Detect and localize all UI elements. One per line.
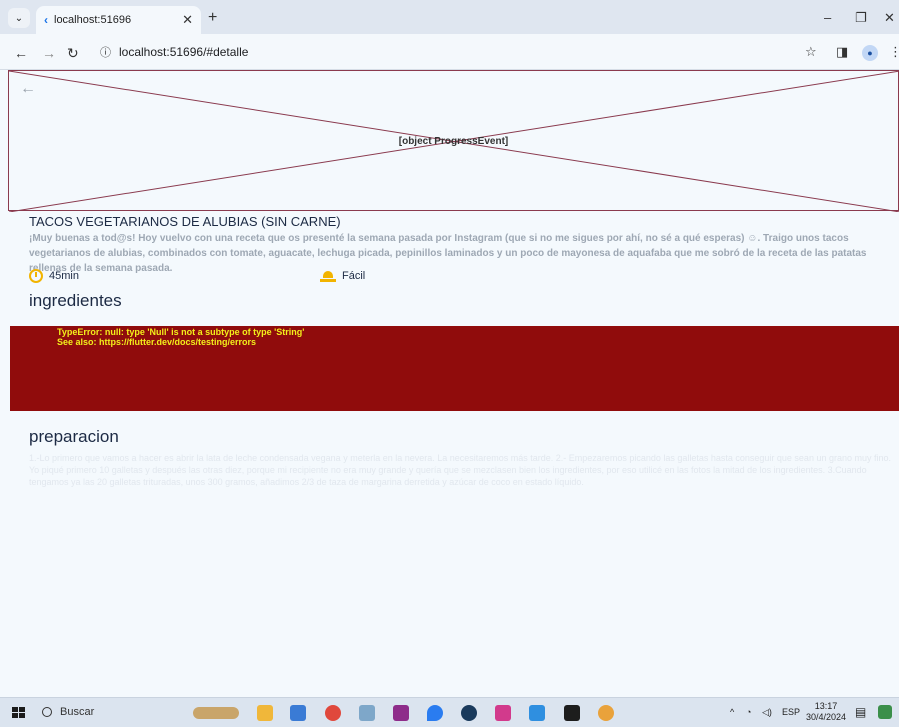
reload-icon[interactable]: ↻ <box>67 45 79 62</box>
taskbar-clock[interactable]: 13:17 30/4/2024 <box>806 701 846 723</box>
volume-icon[interactable]: ◁) <box>762 707 772 718</box>
close-icon[interactable]: ✕ <box>884 10 895 26</box>
alarm-clock-icon <box>29 269 43 283</box>
address-bar: ← → ↻ ⓘ localhost:51696/#detalle ☆ ◨ ● ⋮ <box>0 34 899 70</box>
info-icon[interactable]: ⓘ <box>100 44 111 60</box>
url-field[interactable]: ⓘ localhost:51696/#detalle <box>90 40 810 64</box>
file-explorer-icon[interactable] <box>257 705 273 721</box>
chef-hat-icon <box>320 269 336 282</box>
windows-taskbar: Buscar ^ ◔ ◁) ESP 13:17 30/4/2024 ▤ <box>0 697 899 727</box>
brave-icon[interactable] <box>325 705 341 721</box>
tab-close-icon[interactable]: ✕ <box>182 12 193 28</box>
url-text: localhost:51696/#detalle <box>119 45 249 59</box>
menu-icon[interactable]: ⋮ <box>889 44 899 60</box>
photos-icon[interactable] <box>359 705 375 721</box>
clock-time: 13:17 <box>814 701 838 711</box>
app2-icon[interactable] <box>495 705 511 721</box>
tab-favicon-icon: ‹ <box>44 13 48 27</box>
preparation-heading: preparacion <box>29 427 119 446</box>
back-icon[interactable]: ← <box>14 45 28 61</box>
app-content: [object ProgressEvent] ← TACOS VEGETARIA… <box>0 70 899 696</box>
widget-icon[interactable] <box>878 705 892 719</box>
recipe-image-placeholder: [object ProgressEvent] <box>8 70 899 212</box>
tray-chevron-icon[interactable]: ^ <box>730 707 734 717</box>
browser-tab[interactable]: ‹ localhost:51696 ✕ <box>36 6 201 34</box>
tab-title: localhost:51696 <box>54 14 132 26</box>
new-tab-button[interactable]: + <box>208 9 217 27</box>
cheetah-widget-icon[interactable] <box>193 707 239 719</box>
profile-icon[interactable]: ● <box>862 45 878 61</box>
error-message: TypeError: null: type 'Null' is not a su… <box>57 327 305 337</box>
ingredients-heading: ingredientes <box>29 291 122 310</box>
back-arrow-icon[interactable]: ← <box>20 80 36 98</box>
minimize-icon[interactable]: – <box>824 10 831 25</box>
windows-start-icon[interactable] <box>12 707 26 719</box>
steam-icon[interactable] <box>461 705 477 721</box>
recipe-title: TACOS VEGETARIANOS DE ALUBIAS (SIN CARNE… <box>29 214 341 229</box>
error-help-link: See also: https://flutter.dev/docs/testi… <box>57 337 257 347</box>
taskbar-search[interactable]: Buscar <box>42 706 94 718</box>
store-icon[interactable] <box>290 705 306 721</box>
audio-app-icon[interactable] <box>564 705 580 721</box>
notifications-icon[interactable]: ▤ <box>855 705 866 719</box>
app-icon[interactable] <box>393 705 409 721</box>
image-error-text: [object ProgressEvent] <box>398 136 509 147</box>
vscode-icon[interactable] <box>529 705 545 721</box>
preparation-text: 1.-Lo primero que vamos a hacer es abrir… <box>29 453 891 487</box>
flutter-error-box: TypeError: null: type 'Null' is not a su… <box>10 326 899 411</box>
language-indicator[interactable]: ESP <box>782 707 800 717</box>
chrome-icon[interactable] <box>598 705 614 721</box>
restore-icon[interactable]: ❐ <box>855 10 867 26</box>
browser-tab-bar: ⌄ ‹ localhost:51696 ✕ + – ❐ ✕ <box>0 0 899 34</box>
drop-icon[interactable] <box>427 705 443 721</box>
search-icon <box>42 707 52 717</box>
recipe-description: ¡Muy buenas a tod@s! Hoy vuelvo con una … <box>29 233 867 274</box>
tab-list-icon[interactable]: ⌄ <box>8 8 30 28</box>
recipe-time-value: 45min <box>49 270 79 282</box>
network-icon[interactable]: ◔ <box>746 707 751 717</box>
star-icon[interactable]: ☆ <box>805 44 817 60</box>
recipe-difficulty: Fácil <box>320 269 365 282</box>
recipe-time: 45min <box>29 269 79 283</box>
forward-icon[interactable]: → <box>42 45 56 61</box>
recipe-difficulty-value: Fácil <box>342 269 366 282</box>
sidepanel-icon[interactable]: ◨ <box>836 44 848 60</box>
clock-date: 30/4/2024 <box>806 712 847 722</box>
taskbar-search-label: Buscar <box>60 706 95 718</box>
